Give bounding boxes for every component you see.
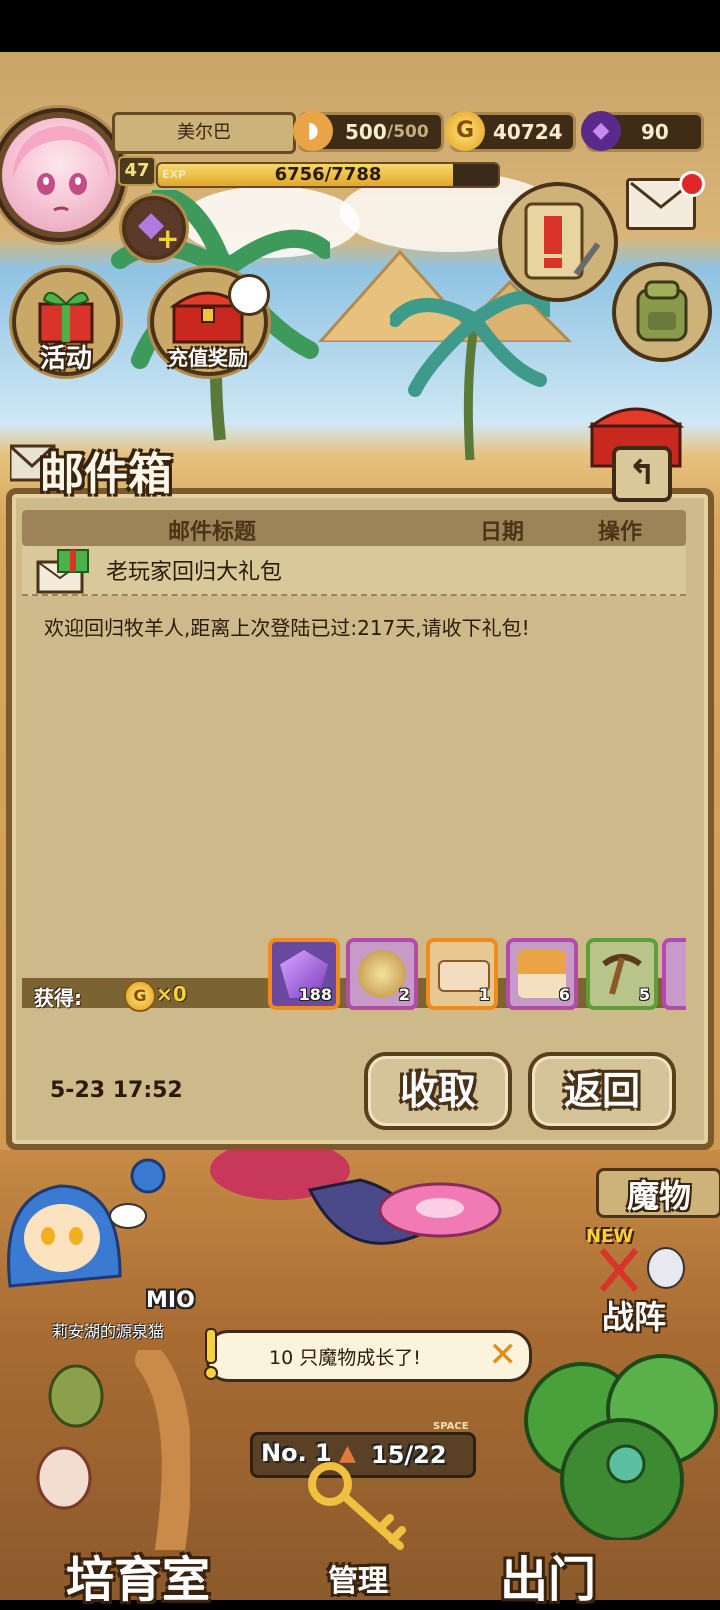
nursery-eggs-decoration	[36, 1350, 190, 1550]
gold-amount: 40724	[493, 120, 563, 144]
bread-resource[interactable]: ◗ 500 /500	[293, 111, 444, 152]
close-icon[interactable]: ✕	[489, 1335, 518, 1375]
growth-notice-banner[interactable]: 10 只魔物成长了! ✕	[204, 1328, 532, 1382]
quest-scroll-button[interactable]	[498, 182, 618, 302]
battle-formation-icon	[599, 1247, 685, 1292]
item-count: 2	[398, 985, 410, 1004]
mail-column-header: 邮件标题 日期 操作	[22, 510, 686, 546]
bread-current: 500	[345, 120, 387, 144]
formation-label: 战阵	[602, 1298, 667, 1336]
monster-creature-art	[210, 1150, 502, 1245]
avatar	[2, 118, 116, 232]
collect-button[interactable]: 收取	[364, 1052, 512, 1130]
notice-text: 10 只魔物成长了!	[269, 1347, 421, 1369]
return-button[interactable]: 返回	[528, 1052, 676, 1130]
gold-coin-icon: G	[445, 111, 485, 151]
backpack-button[interactable]	[612, 262, 712, 362]
column-date: 日期	[480, 520, 525, 545]
item-count: 1	[478, 985, 490, 1004]
plus-icon: +	[156, 222, 180, 255]
mail-button[interactable]	[626, 171, 705, 230]
mail-title: 老玩家回归大礼包	[106, 560, 283, 585]
column-title: 邮件标题	[168, 520, 257, 545]
item-count: 5	[638, 985, 650, 1004]
backpack-icon	[636, 280, 688, 342]
mail-date: 5-23 17:52	[50, 1078, 183, 1103]
item-count: 6	[558, 985, 570, 1004]
exclamation-icon	[204, 1328, 218, 1380]
exp-progress-bar: EXP 6756/7788	[156, 162, 500, 188]
formation-button[interactable]: NEW 战阵	[586, 1226, 716, 1336]
space-label: SPACE	[433, 1421, 469, 1432]
character-name: MIO	[146, 1288, 195, 1313]
reward-item-pickaxe[interactable]: 5	[586, 938, 658, 1010]
management-button[interactable]: 管理	[328, 1556, 388, 1600]
reward-item-partial	[662, 938, 686, 1010]
mio-cat-character[interactable]	[0, 1156, 170, 1296]
forest-tree-decoration	[524, 1354, 718, 1540]
purple-gem-icon: ◆	[581, 111, 621, 151]
obtain-label: 获得:	[34, 986, 82, 1010]
monster-label: 魔物	[626, 1177, 691, 1215]
panel-title: 邮件箱	[40, 449, 172, 500]
monster-button[interactable]: 魔物	[596, 1168, 720, 1218]
exp-value: 6756/7788	[274, 164, 382, 185]
clock-icon	[228, 274, 270, 316]
character-subtitle: 莉安湖的源泉猫	[52, 1322, 165, 1341]
recharge-reward-label: 充值奖励	[168, 346, 248, 370]
reward-item-bag[interactable]: 2	[346, 938, 418, 1010]
notification-dot	[679, 171, 705, 197]
back-arrow-icon: ↰	[627, 453, 657, 493]
pink-haired-girl-portrait	[12, 126, 110, 212]
status-bar	[0, 0, 720, 52]
bread-max: /500	[387, 122, 429, 142]
player-name: 美尔巴	[112, 112, 296, 154]
gold-resource[interactable]: G 40724	[445, 111, 576, 152]
key-icon	[308, 1462, 406, 1550]
gem-resource[interactable]: ◆ 90	[581, 111, 704, 152]
gift-box-icon	[38, 292, 94, 344]
player-level-badge: 47	[118, 156, 156, 186]
player-avatar[interactable]	[0, 108, 126, 242]
gold-coin-icon: G	[124, 980, 156, 1012]
item-count: 188	[298, 985, 332, 1004]
bread-icon: ◗	[293, 111, 333, 151]
gem-amount: 90	[641, 120, 669, 144]
back-arrow-button[interactable]: ↰	[612, 446, 672, 502]
reward-item-gem[interactable]: 188	[268, 938, 340, 1010]
mail-body-text: 欢迎回归牧羊人,距离上次登陆已过:217天,请收下礼包!	[44, 616, 530, 640]
mail-item-row[interactable]: 老玩家回归大礼包	[22, 546, 686, 596]
activity-label: 活动	[39, 344, 92, 374]
reward-item-bread[interactable]: 6	[506, 938, 578, 1010]
buy-gems-button[interactable]: ◆ +	[122, 196, 186, 260]
column-action: 操作	[598, 520, 643, 545]
scroll-quill-icon	[524, 202, 600, 280]
gift-mail-icon	[36, 549, 89, 594]
coin-reward-count: ×0	[156, 982, 187, 1006]
reward-item-ticket[interactable]: 1	[426, 938, 498, 1010]
